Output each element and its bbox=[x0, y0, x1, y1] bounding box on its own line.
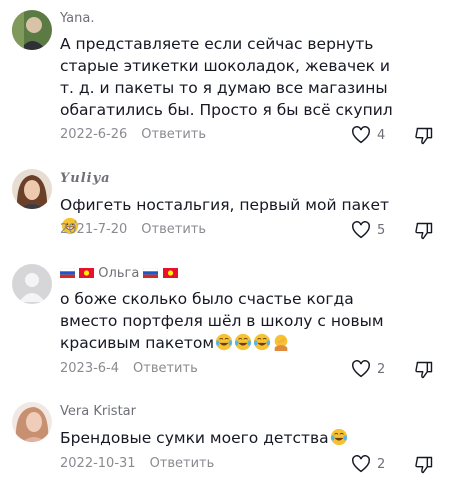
comment-meta: 2022-6-26 Ответить bbox=[60, 127, 206, 142]
comment-meta: 2021-7-20 Ответить bbox=[60, 222, 206, 237]
reply-button[interactable]: Ответить bbox=[133, 361, 198, 376]
dislike-button[interactable] bbox=[414, 126, 434, 150]
comment-text-content: Брендовые сумки моего детства bbox=[60, 429, 329, 447]
kyrgyzstan-flag-icon bbox=[162, 268, 178, 278]
avatar[interactable] bbox=[12, 169, 52, 209]
dislike-button[interactable] bbox=[414, 221, 434, 245]
avatar-photo bbox=[12, 169, 52, 209]
avatar-photo bbox=[12, 402, 52, 442]
comment-text: А представляете если сейчас вернуть стар… bbox=[60, 35, 393, 119]
dislike-button[interactable] bbox=[414, 455, 434, 479]
avatar[interactable] bbox=[12, 10, 52, 50]
avatar[interactable] bbox=[12, 264, 52, 304]
thumb-down-icon bbox=[415, 127, 433, 145]
username-text: Ольга bbox=[98, 266, 140, 281]
facepalm-emoji-icon bbox=[274, 334, 288, 351]
thumb-down-icon bbox=[415, 456, 433, 474]
comment-text: Брендовые сумки моего детства bbox=[60, 427, 400, 449]
reply-button[interactable]: Ответить bbox=[141, 127, 206, 142]
tears-of-joy-emoji-icon bbox=[215, 333, 233, 351]
comment-text-content: Офигеть ностальгия, первый мой пакет bbox=[60, 196, 390, 214]
like-count: 2 bbox=[377, 361, 386, 377]
comment-meta: 2022-10-31 Ответить bbox=[60, 456, 214, 471]
russia-flag-icon bbox=[60, 268, 75, 278]
like-count: 4 bbox=[377, 127, 386, 143]
like-button[interactable]: 5 bbox=[351, 221, 385, 239]
dislike-button[interactable] bbox=[414, 360, 434, 384]
russia-flag-icon bbox=[143, 268, 159, 278]
thumb-down-icon bbox=[415, 222, 433, 240]
kyrgyzstan-flag-icon bbox=[79, 268, 95, 278]
comment-text: о боже сколько было счастье когда вместо… bbox=[60, 288, 400, 354]
like-button[interactable]: 2 bbox=[351, 455, 385, 473]
username[interactable]: Vera Kristar bbox=[60, 404, 136, 419]
reply-button[interactable]: Ответить bbox=[141, 222, 206, 237]
heart-icon bbox=[352, 221, 370, 239]
comment-date: 2023-6-4 bbox=[60, 361, 120, 376]
like-count: 5 bbox=[377, 222, 386, 238]
username[interactable]: Yana. bbox=[60, 11, 94, 26]
avatar[interactable] bbox=[12, 402, 52, 442]
comment-date: 2021-7-20 bbox=[60, 222, 128, 237]
like-count: 2 bbox=[377, 456, 386, 472]
avatar-photo bbox=[12, 10, 52, 50]
heart-icon bbox=[352, 455, 370, 473]
comment-date: 2022-10-31 bbox=[60, 456, 136, 471]
tears-of-joy-emoji-icon bbox=[330, 428, 347, 446]
heart-icon bbox=[352, 126, 370, 144]
username[interactable]: 𝒀𝒖𝒍𝒊𝒚𝒂 bbox=[60, 171, 111, 186]
tears-of-joy-emoji-icon bbox=[234, 333, 252, 351]
heart-icon bbox=[352, 360, 370, 378]
comment-meta: 2023-6-4 Ответить bbox=[60, 361, 198, 376]
comment-date: 2022-6-26 bbox=[60, 127, 128, 142]
tears-of-joy-emoji-icon bbox=[253, 333, 271, 351]
like-button[interactable]: 4 bbox=[351, 126, 385, 144]
username[interactable]: Ольга bbox=[60, 266, 178, 281]
default-avatar-icon bbox=[12, 264, 52, 304]
reply-button[interactable]: Ответить bbox=[150, 456, 215, 471]
like-button[interactable]: 2 bbox=[351, 360, 385, 378]
thumb-down-icon bbox=[415, 361, 433, 379]
